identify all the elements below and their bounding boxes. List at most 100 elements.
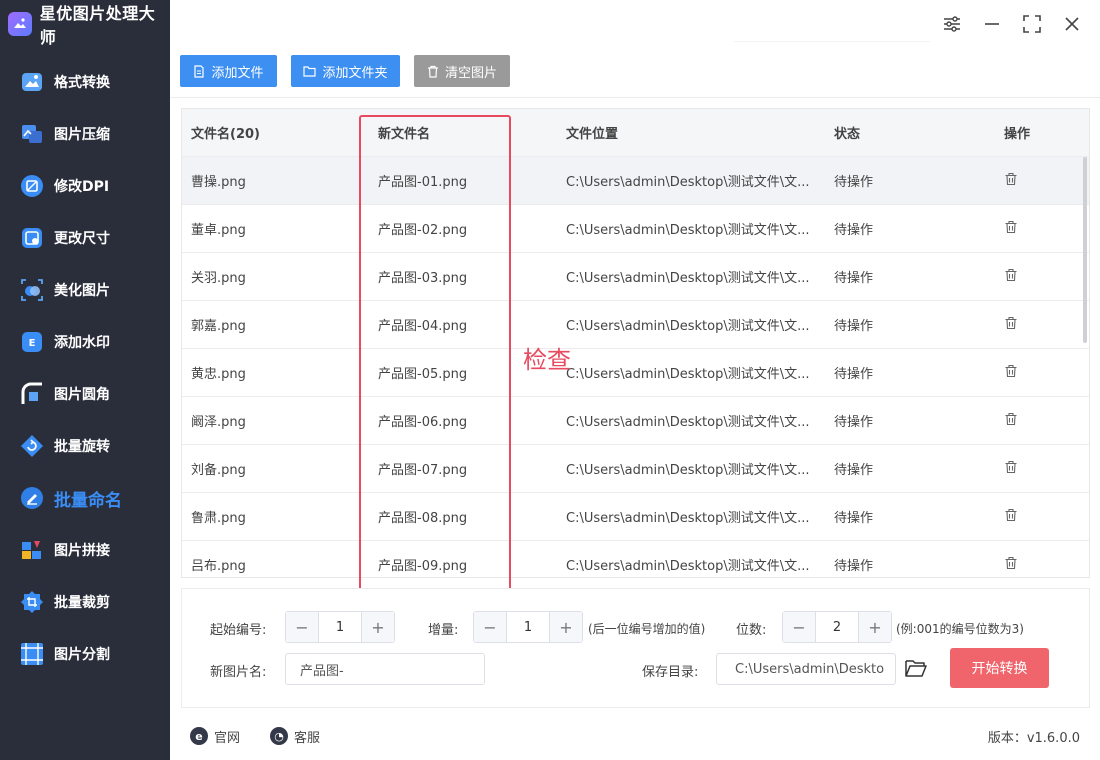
cell-status: 待操作 <box>834 319 874 334</box>
sidebar-item-format-convert[interactable]: 格式转换 <box>0 56 170 108</box>
app-title: 星优图片处理大师 <box>39 4 156 47</box>
sidebar-item-label: 批量旋转 <box>54 439 110 455</box>
start-number-label: 起始编号: <box>210 623 267 638</box>
table-row[interactable]: 鲁肃.png 产品图-08.png C:\Users\admin\Desktop… <box>182 492 1089 540</box>
cell-location: C:\Users\admin\Desktop\测试文件\文... <box>566 511 810 526</box>
table-scrollbar[interactable] <box>1083 157 1087 343</box>
sidebar-item-beautify[interactable]: 美化图片 <box>0 264 170 316</box>
add-file-button[interactable]: 添加文件 <box>180 55 277 87</box>
start-convert-button[interactable]: 开始转换 <box>950 648 1049 688</box>
cell-status: 待操作 <box>834 415 874 430</box>
col-header-status[interactable]: 状态 <box>824 123 974 142</box>
col-header-filename[interactable]: 文件名(20) <box>182 123 368 142</box>
sidebar-item-rename[interactable]: 批量命名 <box>0 472 170 524</box>
delete-row-icon[interactable] <box>1004 364 1018 378</box>
table-row[interactable]: 曹操.png 产品图-01.png C:\Users\admin\Desktop… <box>182 156 1089 204</box>
cell-filename: 阚泽.png <box>191 415 246 430</box>
table-row[interactable]: 阚泽.png 产品图-06.png C:\Users\admin\Desktop… <box>182 396 1089 444</box>
increment-decrement-button[interactable]: − <box>474 612 506 642</box>
cell-location: C:\Users\admin\Desktop\测试文件\文... <box>566 367 810 382</box>
sidebar-item-round-corner[interactable]: 图片圆角 <box>0 368 170 420</box>
compress-icon <box>20 122 44 146</box>
rotate-icon <box>20 434 44 458</box>
increment-increment-button[interactable]: + <box>550 612 582 642</box>
delete-row-icon[interactable] <box>1004 460 1018 474</box>
digits-increment-button[interactable]: + <box>859 612 891 642</box>
cell-status: 待操作 <box>834 223 874 238</box>
maximize-icon[interactable] <box>1020 12 1044 36</box>
new-name-label: 新图片名: <box>210 665 267 680</box>
increment-stepper[interactable]: − 1 + <box>473 611 583 643</box>
sidebar-item-watermark[interactable]: E 添加水印 <box>0 316 170 368</box>
sidebar-item-label: 修改DPI <box>54 179 110 195</box>
cell-newname: 产品图-07.png <box>378 463 468 478</box>
cell-filename: 刘备.png <box>191 463 246 478</box>
table-row[interactable]: 郭嘉.png 产品图-04.png C:\Users\admin\Desktop… <box>182 300 1089 348</box>
sidebar-item-label: 更改尺寸 <box>54 231 110 247</box>
sidebar-item-split[interactable]: 图片分割 <box>0 628 170 680</box>
browse-folder-icon[interactable] <box>905 658 927 682</box>
close-icon[interactable] <box>1060 12 1084 36</box>
dpi-icon <box>20 174 44 198</box>
add-folder-button[interactable]: 添加文件夹 <box>291 55 400 87</box>
file-icon <box>194 64 205 78</box>
delete-row-icon[interactable] <box>1004 316 1018 330</box>
folder-icon <box>303 66 317 77</box>
table-row[interactable]: 刘备.png 产品图-07.png C:\Users\admin\Desktop… <box>182 444 1089 492</box>
sidebar-item-dpi[interactable]: 修改DPI <box>0 160 170 212</box>
sidebar-item-crop[interactable]: 批量裁剪 <box>0 576 170 628</box>
cell-status: 待操作 <box>834 559 874 574</box>
minimize-icon[interactable] <box>980 12 1004 36</box>
digits-label: 位数: <box>736 623 767 638</box>
table-row[interactable]: 吕布.png 产品图-09.png C:\Users\admin\Desktop… <box>182 540 1089 577</box>
digits-value[interactable]: 2 <box>815 612 859 642</box>
cell-location: C:\Users\admin\Desktop\测试文件\文... <box>566 319 810 334</box>
sidebar-item-label: 图片分割 <box>54 647 110 663</box>
support-link[interactable]: ◔ 客服 <box>270 727 320 746</box>
cell-location: C:\Users\admin\Desktop\测试文件\文... <box>566 271 810 286</box>
cell-newname: 产品图-03.png <box>378 271 468 286</box>
table-row[interactable]: 关羽.png 产品图-03.png C:\Users\admin\Desktop… <box>182 252 1089 300</box>
delete-row-icon[interactable] <box>1004 268 1018 282</box>
split-icon <box>20 642 44 666</box>
table-header: 文件名(20) 新文件名 文件位置 状态 操作 <box>182 109 1089 156</box>
increment-value[interactable]: 1 <box>506 612 550 642</box>
start-decrement-button[interactable]: − <box>286 612 318 642</box>
ie-icon: e <box>190 727 208 745</box>
clear-images-button[interactable]: 清空图片 <box>414 55 510 87</box>
start-increment-button[interactable]: + <box>362 612 394 642</box>
delete-row-icon[interactable] <box>1004 412 1018 426</box>
sidebar-item-compress[interactable]: 图片压缩 <box>0 108 170 160</box>
col-header-newname[interactable]: 新文件名 <box>368 123 556 142</box>
new-name-input[interactable]: 产品图- <box>285 653 485 685</box>
clear-images-label: 清空图片 <box>444 65 497 81</box>
cell-status: 待操作 <box>834 367 874 382</box>
sidebar-item-stitch[interactable]: 图片拼接 <box>0 524 170 576</box>
cell-filename: 鲁肃.png <box>191 511 246 526</box>
cell-newname: 产品图-09.png <box>378 559 468 574</box>
digits-decrement-button[interactable]: − <box>783 612 815 642</box>
col-header-location[interactable]: 文件位置 <box>556 123 824 142</box>
save-dir-value: C:\Users\admin\Deskto <box>735 661 885 677</box>
delete-row-icon[interactable] <box>1004 172 1018 186</box>
start-number-value[interactable]: 1 <box>318 612 362 642</box>
cell-location: C:\Users\admin\Desktop\测试文件\文... <box>566 175 810 190</box>
sidebar-item-rotate[interactable]: 批量旋转 <box>0 420 170 472</box>
increment-label: 增量: <box>428 623 459 638</box>
version-label: 版本：v1.6.0.0 <box>987 730 1080 746</box>
sidebar-item-resize[interactable]: 更改尺寸 <box>0 212 170 264</box>
delete-row-icon[interactable] <box>1004 220 1018 234</box>
trash-icon <box>427 65 438 78</box>
table-row[interactable]: 黄忠.png 产品图-05.png C:\Users\admin\Desktop… <box>182 348 1089 396</box>
save-dir-input[interactable]: C:\Users\admin\Deskto <box>716 653 896 685</box>
cell-location: C:\Users\admin\Desktop\测试文件\文... <box>566 223 810 238</box>
settings-sliders-icon[interactable] <box>940 12 964 36</box>
delete-row-icon[interactable] <box>1004 556 1018 570</box>
table-row[interactable]: 董卓.png 产品图-02.png C:\Users\admin\Desktop… <box>182 204 1089 252</box>
cell-location: C:\Users\admin\Desktop\测试文件\文... <box>566 463 810 478</box>
digits-stepper[interactable]: − 2 + <box>782 611 892 643</box>
delete-row-icon[interactable] <box>1004 508 1018 522</box>
website-link[interactable]: e 官网 <box>190 727 240 746</box>
start-number-stepper[interactable]: − 1 + <box>285 611 395 643</box>
support-label: 客服 <box>294 730 321 746</box>
